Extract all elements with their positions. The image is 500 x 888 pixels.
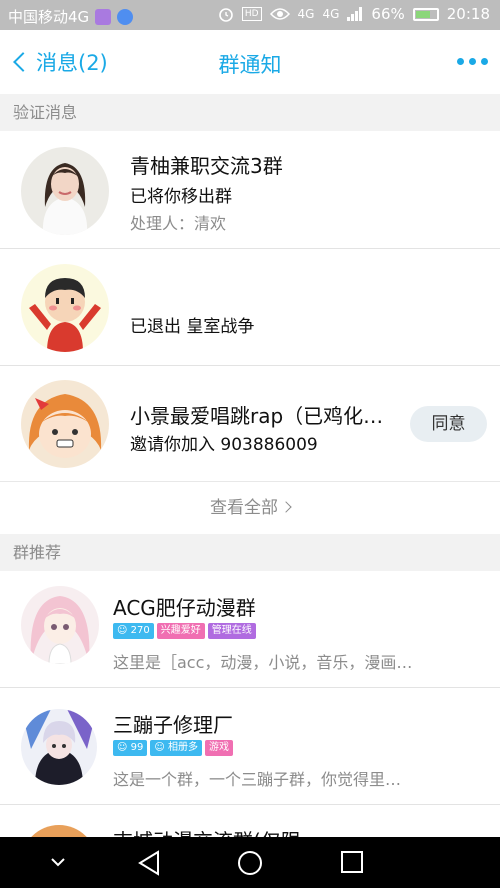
group-tags: ☺ 99 ☺ 相册多 游戏 — [113, 740, 233, 756]
group-name: 三蹦子修理厂 — [113, 713, 233, 737]
notification-handler: 处理人：清欢 — [130, 214, 227, 233]
clock: 20:18 — [446, 5, 490, 23]
game-tag: 游戏 — [204, 740, 233, 756]
more-options-icon[interactable] — [457, 58, 488, 65]
network-type-secondary-label: 4G — [322, 7, 340, 21]
group-recommend-item[interactable]: ACG肥仔动漫群 ☺ 270 兴趣爱好 管理在线 这里是［acc，动漫，小说，音… — [0, 571, 500, 688]
eye-icon — [269, 8, 290, 20]
gallery-app-icon — [95, 8, 112, 25]
group-tags: ☺ 270 兴趣爱好 管理在线 — [113, 623, 256, 639]
status-bar: 中国移动4G HD 4G 4G 66% 20:18 — [0, 0, 500, 30]
page-title: 群通知 — [218, 53, 282, 77]
group-recommend-item[interactable]: 三蹦子修理厂 ☺ 99 ☺ 相册多 游戏 这是一个群，一个三蹦子群，你觉得里… — [0, 688, 500, 805]
nav-header: 消息(2) 群通知 — [0, 30, 500, 94]
member-count: 270 — [130, 625, 150, 636]
notification-item[interactable]: 小景最爱唱跳rap（已鸡化… 邀请你加入 903886009 同意 — [0, 366, 500, 482]
group-description: 这是一个群，一个三蹦子群，你觉得里… — [113, 770, 402, 789]
battery-icon — [412, 7, 439, 21]
recents-square-icon[interactable] — [340, 850, 364, 874]
notification-message: 已退出 皇室战争 — [130, 317, 255, 337]
browser-app-icon — [117, 8, 134, 25]
system-nav-bar — [0, 837, 500, 888]
home-circle-icon[interactable] — [237, 850, 263, 876]
hd-icon: HD — [241, 7, 262, 21]
group-description: 这里是［acc，动漫，小说，音乐，漫画… — [113, 653, 413, 672]
battery-percent: 66% — [371, 5, 405, 23]
avatar — [21, 147, 109, 235]
notification-title: 青柚兼职交流3群 — [130, 154, 283, 178]
interest-tag: 兴趣爱好 — [156, 623, 205, 639]
group-recommend-item[interactable]: 吉城动漫交流群(仅限 — [0, 805, 500, 837]
notification-item[interactable]: 已退出 皇室战争 — [0, 249, 500, 366]
alarm-icon — [219, 8, 233, 22]
section-header-recommend: 群推荐 — [0, 534, 500, 571]
album-label: 相册多 — [167, 742, 198, 753]
network-type-label: 4G — [297, 7, 315, 21]
section-header-verify: 验证消息 — [0, 94, 500, 131]
member-count-tag: ☺ 270 — [113, 623, 154, 639]
avatar — [21, 380, 109, 468]
view-all-label: 查看全部 — [210, 498, 278, 518]
chevron-right-icon — [280, 501, 292, 513]
notification-item[interactable]: 青柚兼职交流3群 已将你移出群 处理人：清欢 — [0, 131, 500, 249]
avatar — [21, 709, 97, 785]
member-count-tag: ☺ 99 — [113, 740, 148, 756]
notification-message: 已将你移出群 — [130, 187, 232, 207]
notification-message: 邀请你加入 903886009 — [130, 435, 318, 455]
back-triangle-icon[interactable] — [137, 850, 161, 876]
avatar — [21, 264, 109, 352]
chevron-down-icon[interactable] — [50, 857, 66, 867]
group-name: 吉城动漫交流群(仅限 — [113, 825, 301, 837]
member-count: 99 — [130, 742, 144, 753]
avatar — [21, 825, 97, 837]
album-tag: ☺ 相册多 — [150, 740, 202, 756]
avatar — [21, 586, 99, 664]
agree-button[interactable]: 同意 — [410, 406, 487, 442]
signal-icon — [347, 7, 363, 21]
group-name: ACG肥仔动漫群 — [113, 596, 256, 620]
carrier-label: 中国移动4G — [8, 8, 90, 26]
view-all-link[interactable]: 查看全部 — [0, 482, 500, 534]
notification-title: 小景最爱唱跳rap（已鸡化… — [130, 404, 384, 428]
admin-online-tag: 管理在线 — [207, 623, 256, 639]
